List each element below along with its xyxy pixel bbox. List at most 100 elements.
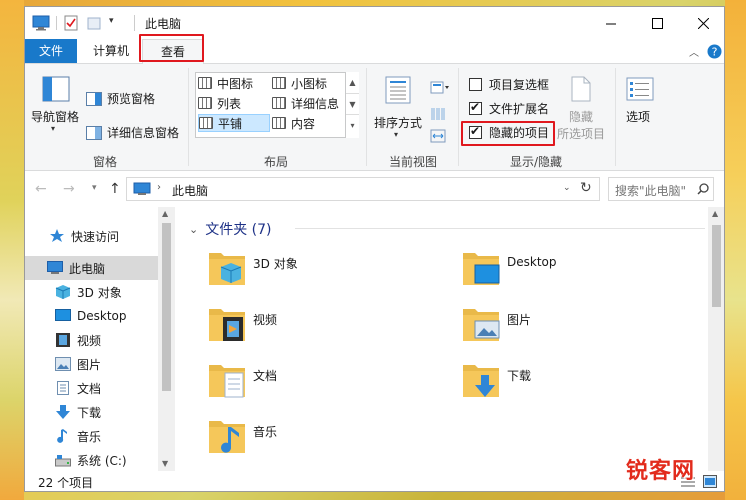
chevron-down-icon: ▾: [51, 124, 56, 133]
titlebar-separator: [56, 16, 57, 30]
minimize-button[interactable]: [588, 7, 634, 39]
recent-locations-icon[interactable]: ▾: [92, 183, 97, 193]
folder-tile[interactable]: 3D 对象: [207, 247, 447, 297]
tab-computer[interactable]: 计算机: [81, 39, 141, 63]
help-icon[interactable]: ?: [707, 44, 722, 59]
nav-label: 3D 对象: [77, 285, 122, 300]
nav-label: 图片: [77, 357, 102, 372]
close-button[interactable]: [680, 7, 724, 39]
layout-gallery-scroll[interactable]: ▲ ▼ ▾: [345, 72, 359, 138]
view-tab-highlight: [139, 34, 204, 62]
hide-selected-label: 隐藏: [569, 110, 594, 124]
scroll-down-icon[interactable]: ▼: [346, 93, 359, 114]
title-bar: ▾ 此电脑: [25, 7, 724, 39]
nav-item-this-pc[interactable]: 此电脑: [25, 256, 160, 280]
folder-label: 文档: [253, 369, 278, 383]
folder-documents-icon: [209, 365, 245, 398]
nav-item-pictures[interactable]: 图片: [25, 352, 160, 376]
collapse-ribbon-icon[interactable]: ︿: [689, 44, 699, 59]
folder-tile[interactable]: Desktop: [461, 247, 701, 297]
search-input[interactable]: 搜索"此电脑": [608, 177, 714, 201]
layout-icon: [272, 97, 286, 109]
address-bar[interactable]: › 此电脑 ⌄ ↻: [126, 177, 600, 201]
back-arrow-icon[interactable]: ←: [35, 181, 47, 197]
nav-item-3d-objects[interactable]: 3D 对象: [25, 280, 160, 304]
nav-item-system-drive[interactable]: 系统 (C:): [25, 448, 160, 472]
content-scrollbar[interactable]: ▲: [708, 207, 724, 471]
properties-icon[interactable]: [64, 15, 78, 31]
maximize-button[interactable]: [634, 7, 680, 39]
item-checkboxes-toggle[interactable]: 项目复选框: [469, 76, 549, 93]
layout-medium-icons[interactable]: 中图标: [198, 74, 270, 92]
layout-list[interactable]: 列表: [198, 94, 270, 112]
nav-item-quick-access[interactable]: 快速访问: [25, 224, 160, 248]
nav-label: 此电脑: [69, 261, 106, 276]
ribbon-tabs: 文件 计算机 查看 ︿ ?: [25, 39, 724, 64]
nav-pane-scrollbar[interactable]: ▲ ▼: [158, 207, 175, 471]
nav-item-desktop[interactable]: Desktop: [25, 304, 160, 328]
nav-pane-scroll-thumb[interactable]: [162, 223, 171, 391]
group-by-icon[interactable]: [430, 81, 450, 95]
collapse-chevron-icon[interactable]: ⌄: [189, 223, 198, 236]
show-hide-group-label: 显示/隐藏: [509, 155, 563, 169]
new-folder-icon[interactable]: [87, 15, 101, 31]
nav-item-videos[interactable]: 视频: [25, 328, 160, 352]
folder-tile[interactable]: 音乐: [207, 415, 447, 465]
layout-icon: [198, 77, 212, 89]
forward-arrow-icon[interactable]: →: [63, 181, 75, 197]
folder-tile[interactable]: 文档: [207, 359, 447, 409]
close-icon: [697, 17, 709, 29]
layout-small-icons[interactable]: 小图标: [272, 74, 344, 92]
layout-details[interactable]: 详细信息: [272, 94, 344, 112]
customize-quick-access-icon[interactable]: ▾: [109, 16, 114, 26]
explorer-window: ▾ 此电脑 文件 计算机 查看 ︿ ? 导航窗格 ▾ 预览窗格 详细信息窗格 窗…: [24, 6, 725, 492]
computer-icon: [47, 261, 63, 274]
scroll-down-icon[interactable]: ▼: [162, 459, 168, 468]
folder-3d-objects-icon: [209, 253, 245, 285]
preview-pane-button[interactable]: 预览窗格: [86, 90, 155, 107]
address-dropdown-icon[interactable]: ⌄: [563, 183, 571, 193]
details-pane-button[interactable]: 详细信息窗格: [86, 124, 179, 141]
layout-icon: [199, 117, 213, 129]
folder-tile[interactable]: 图片: [461, 303, 701, 353]
item-count: 22 个项目: [38, 476, 94, 490]
large-icons-view-icon[interactable]: [703, 475, 717, 488]
add-columns-icon[interactable]: [430, 107, 450, 121]
scroll-up-icon[interactable]: ▲: [712, 209, 718, 218]
preview-pane-icon: [86, 91, 102, 106]
nav-label: 下载: [77, 405, 102, 420]
nav-label: 视频: [77, 333, 102, 348]
star-icon: [50, 229, 64, 242]
nav-label: Desktop: [77, 309, 127, 323]
nav-item-documents[interactable]: 文档: [25, 376, 160, 400]
address-row: ← → ▾ ↑ › 此电脑 ⌄ ↻ 搜索"此电脑": [25, 171, 724, 207]
tab-file[interactable]: 文件: [25, 39, 77, 63]
layout-content[interactable]: 内容: [272, 114, 344, 132]
up-arrow-icon[interactable]: ↑: [109, 181, 121, 197]
file-extensions-checkbox[interactable]: [469, 100, 482, 115]
music-note-icon: [57, 429, 67, 443]
nav-item-music[interactable]: 音乐: [25, 424, 160, 448]
expand-gallery-icon[interactable]: ▾: [346, 114, 359, 136]
window-title: 此电脑: [145, 17, 182, 31]
nav-item-downloads[interactable]: 下载: [25, 400, 160, 424]
item-checkboxes-checkbox[interactable]: [469, 78, 482, 91]
folder-label: 音乐: [253, 425, 278, 439]
scroll-up-icon[interactable]: ▲: [162, 209, 168, 218]
layout-label: 平铺: [218, 116, 243, 131]
size-columns-icon[interactable]: [430, 129, 446, 143]
file-extensions-toggle[interactable]: 文件扩展名: [469, 100, 549, 117]
layout-label: 中图标: [217, 76, 254, 91]
folder-tile[interactable]: 视频: [207, 303, 447, 353]
layout-tiles[interactable]: 平铺: [198, 114, 270, 132]
cube-icon: [55, 285, 71, 299]
scroll-up-icon[interactable]: ▲: [346, 72, 359, 93]
refresh-icon[interactable]: ↻: [580, 180, 592, 196]
folder-tile[interactable]: 下载: [461, 359, 701, 409]
nav-label: 文档: [77, 381, 102, 396]
hide-selected-label: 所选项目: [557, 127, 606, 141]
address-path[interactable]: 此电脑: [172, 182, 208, 199]
content-scroll-thumb[interactable]: [712, 225, 721, 307]
hide-selected-icon: [571, 76, 591, 102]
folders-group-header[interactable]: ⌄ 文件夹 (7): [189, 219, 272, 239]
